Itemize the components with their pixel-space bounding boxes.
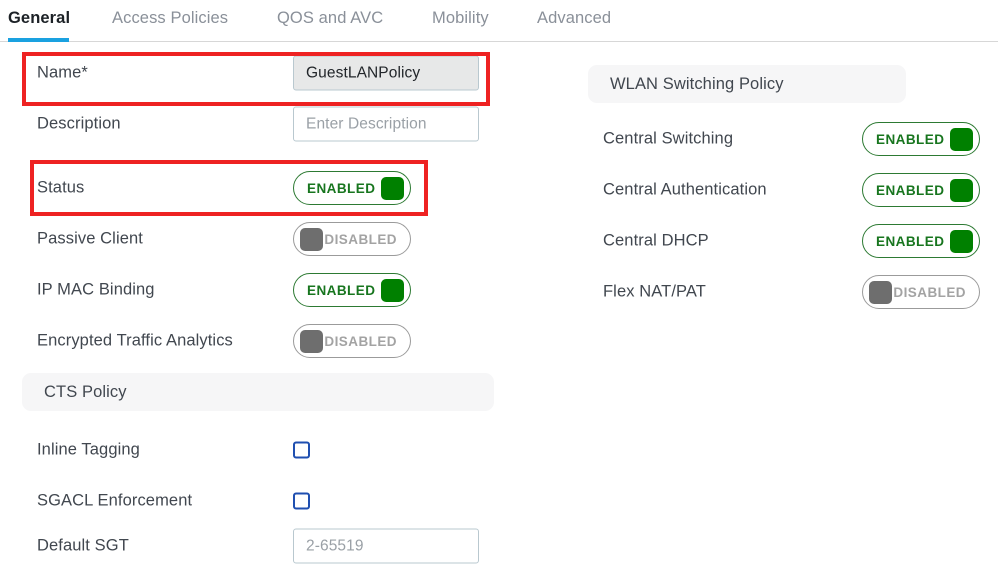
row-status: Status ENABLED	[0, 168, 545, 208]
ip-mac-binding-toggle[interactable]: ENABLED	[293, 273, 411, 307]
tab-advanced[interactable]: Advanced	[537, 9, 611, 28]
name-input-wrap: GuestLANPolicy	[293, 55, 479, 91]
toggle-knob-icon	[381, 176, 404, 200]
row-name: Name* GuestLANPolicy	[0, 53, 545, 93]
default-sgt-label: Default SGT	[37, 536, 129, 555]
status-toggle[interactable]: ENABLED	[293, 171, 411, 205]
central-dhcp-label: Central DHCP	[603, 231, 709, 250]
sgacl-enforcement-checkbox-wrap	[293, 492, 310, 510]
status-toggle-label: ENABLED	[307, 180, 376, 196]
tab-qos-and-avc[interactable]: QOS and AVC	[277, 9, 383, 28]
flex-nat-pat-toggle-label: DISABLED	[893, 284, 966, 300]
wlan-switching-policy-title: WLAN Switching Policy	[610, 74, 784, 93]
name-label: Name*	[37, 63, 88, 82]
description-label: Description	[37, 114, 121, 133]
passive-client-toggle-label: DISABLED	[324, 231, 397, 247]
default-sgt-input-wrap: 2-65519	[293, 528, 479, 564]
tab-access-policies[interactable]: Access Policies	[112, 9, 228, 28]
tab-general[interactable]: General	[8, 9, 70, 28]
inline-tagging-checkbox[interactable]	[293, 441, 310, 459]
central-authentication-toggle[interactable]: ENABLED	[862, 173, 980, 207]
row-flex-nat-pat: Flex NAT/PAT DISABLED	[545, 272, 998, 312]
default-sgt-input[interactable]: 2-65519	[293, 528, 479, 564]
central-switching-toggle-label: ENABLED	[876, 131, 945, 147]
toggle-knob-icon	[381, 278, 404, 302]
central-authentication-label: Central Authentication	[603, 180, 767, 199]
central-switching-toggle[interactable]: ENABLED	[862, 122, 980, 156]
general-left-column: Name* GuestLANPolicy Description Enter D…	[0, 42, 545, 575]
row-default-sgt: Default SGT 2-65519	[0, 526, 545, 566]
toggle-knob-icon	[869, 280, 892, 304]
encrypted-traffic-analytics-toggle-label: DISABLED	[324, 333, 397, 349]
row-central-switching: Central Switching ENABLED	[545, 119, 998, 159]
row-description: Description Enter Description	[0, 104, 545, 144]
inline-tagging-checkbox-wrap	[293, 441, 310, 459]
row-central-dhcp: Central DHCP ENABLED	[545, 221, 998, 261]
ip-mac-binding-toggle-wrap: ENABLED	[293, 273, 411, 307]
toggle-knob-icon	[300, 329, 323, 353]
flex-nat-pat-toggle[interactable]: DISABLED	[862, 275, 980, 309]
cts-policy-section-header: CTS Policy	[22, 373, 494, 411]
wlan-switching-policy-column: WLAN Switching Policy Central Switching …	[545, 42, 998, 575]
sgacl-enforcement-label: SGACL Enforcement	[37, 491, 193, 510]
central-authentication-toggle-wrap: ENABLED	[862, 173, 980, 207]
row-encrypted-traffic-analytics: Encrypted Traffic Analytics DISABLED	[0, 321, 545, 361]
row-inline-tagging: Inline Tagging	[0, 430, 545, 470]
cts-policy-title: CTS Policy	[44, 382, 127, 401]
ip-mac-binding-toggle-label: ENABLED	[307, 282, 376, 298]
encrypted-traffic-analytics-toggle-wrap: DISABLED	[293, 324, 411, 358]
sgacl-enforcement-checkbox[interactable]	[293, 492, 310, 510]
row-central-authentication: Central Authentication ENABLED	[545, 170, 998, 210]
passive-client-toggle-wrap: DISABLED	[293, 222, 411, 256]
toggle-knob-icon	[950, 127, 973, 151]
toggle-knob-icon	[300, 227, 323, 251]
central-dhcp-toggle-wrap: ENABLED	[862, 224, 980, 258]
status-label: Status	[37, 178, 85, 197]
passive-client-toggle[interactable]: DISABLED	[293, 222, 411, 256]
tab-bar: General Access Policies QOS and AVC Mobi…	[0, 0, 998, 42]
row-ip-mac-binding: IP MAC Binding ENABLED	[0, 270, 545, 310]
encrypted-traffic-analytics-toggle[interactable]: DISABLED	[293, 324, 411, 358]
toggle-knob-icon	[950, 178, 973, 202]
passive-client-label: Passive Client	[37, 229, 143, 248]
encrypted-traffic-analytics-label: Encrypted Traffic Analytics	[37, 331, 233, 350]
toggle-knob-icon	[950, 229, 973, 253]
row-sgacl-enforcement: SGACL Enforcement	[0, 481, 545, 521]
flex-nat-pat-label: Flex NAT/PAT	[603, 282, 706, 301]
central-switching-label: Central Switching	[603, 129, 734, 148]
ip-mac-binding-label: IP MAC Binding	[37, 280, 155, 299]
flex-nat-pat-toggle-wrap: DISABLED	[862, 275, 980, 309]
description-input[interactable]: Enter Description	[293, 106, 479, 142]
status-toggle-wrap: ENABLED	[293, 171, 411, 205]
central-dhcp-toggle-label: ENABLED	[876, 233, 945, 249]
wlan-switching-policy-section-header: WLAN Switching Policy	[588, 65, 906, 103]
inline-tagging-label: Inline Tagging	[37, 440, 140, 459]
tab-mobility[interactable]: Mobility	[432, 9, 489, 28]
description-input-wrap: Enter Description	[293, 106, 479, 142]
central-dhcp-toggle[interactable]: ENABLED	[862, 224, 980, 258]
central-authentication-toggle-label: ENABLED	[876, 182, 945, 198]
central-switching-toggle-wrap: ENABLED	[862, 122, 980, 156]
row-passive-client: Passive Client DISABLED	[0, 219, 545, 259]
name-input[interactable]: GuestLANPolicy	[293, 55, 479, 91]
